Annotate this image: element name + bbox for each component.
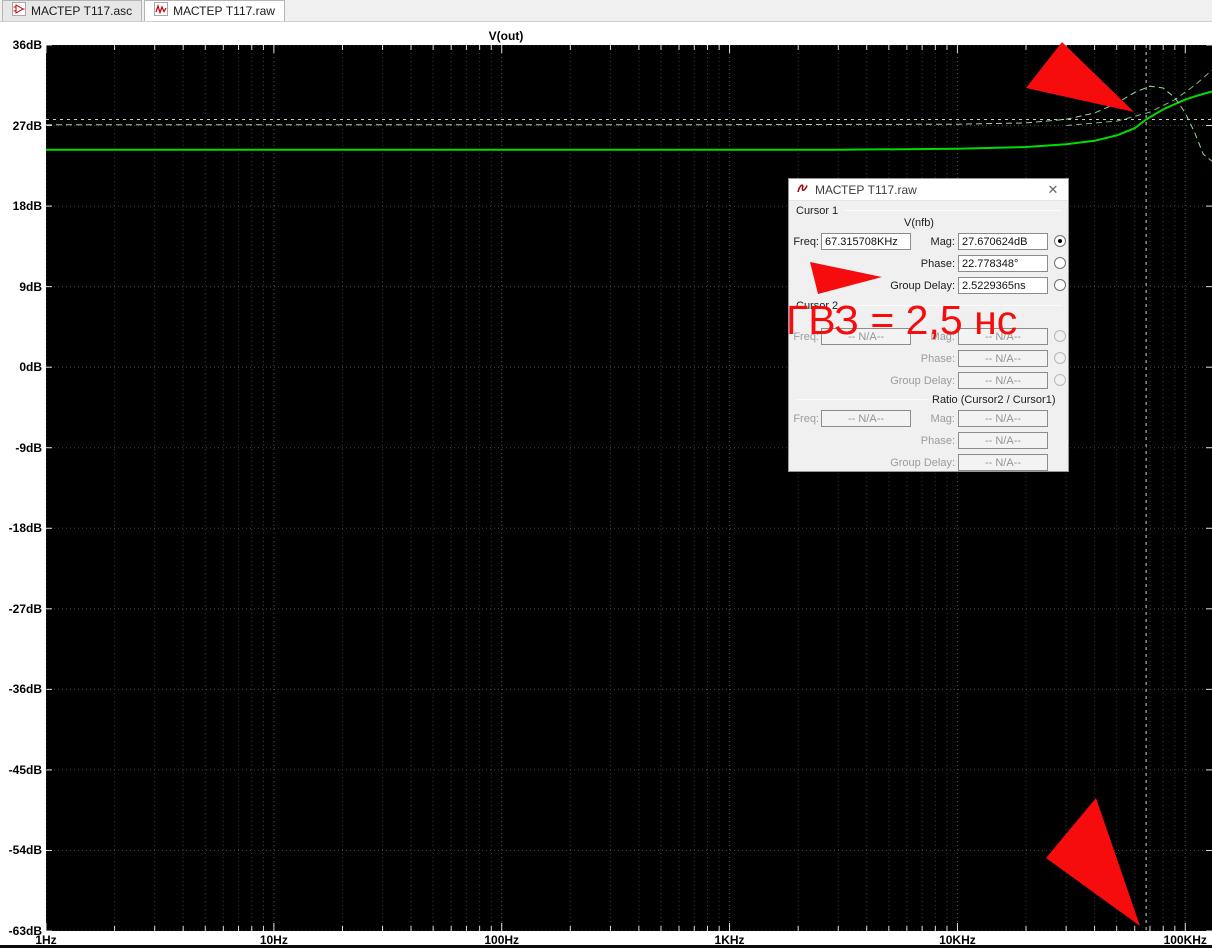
y-tick-label: 36dB xyxy=(12,38,42,52)
cursor1-mag-label: Mag: xyxy=(930,236,955,248)
separator xyxy=(845,305,1062,306)
x-tick-label: 100KHz xyxy=(1163,933,1207,947)
separator xyxy=(796,399,927,400)
y-tick-label: 18dB xyxy=(12,199,42,214)
y-tick-label: 9dB xyxy=(19,279,42,294)
x-tick-label: 1Hz xyxy=(35,933,57,947)
cursor1-trace-name: V(nfb) xyxy=(904,217,934,229)
cursor1-phase-label: Phase: xyxy=(920,258,955,270)
cursor1-groupdelay-field[interactable]: 2.5229365ns xyxy=(958,277,1048,294)
tab-waveform-label: МАСТЕР Т117.raw xyxy=(173,4,275,18)
schematic-icon xyxy=(12,1,26,21)
cursor2-phase-field: -- N/A-- xyxy=(958,350,1048,367)
ratio-freq-label: Freq: xyxy=(793,413,819,425)
cursor2-groupdelay-field: -- N/A-- xyxy=(958,372,1048,389)
y-tick-label: -36dB xyxy=(8,682,42,697)
cursor-dialog: МАСТЕР Т117.raw ✕ Cursor 1 V(nfb) Freq: … xyxy=(788,178,1069,472)
cursor1-phase-radio[interactable] xyxy=(1054,257,1066,269)
cursor-dialog-title: МАСТЕР Т117.raw xyxy=(815,182,917,197)
tab-bar: МАСТЕР Т117.asc МАСТЕР Т117.raw xyxy=(0,0,1212,22)
trace-V(out) xyxy=(46,90,1212,151)
cursor2-mag-field: -- N/A-- xyxy=(958,328,1048,345)
ratio-freq-field: -- N/A-- xyxy=(821,410,911,427)
cursor1-mag-field[interactable]: 27.670624dB xyxy=(958,233,1048,250)
close-icon[interactable]: ✕ xyxy=(1045,182,1061,198)
separator xyxy=(845,210,1062,211)
tab-schematic-label: МАСТЕР Т117.asc xyxy=(31,4,133,18)
cursor2-groupdelay-label: Group Delay: xyxy=(890,375,955,387)
cursor2-phase-label: Phase: xyxy=(920,353,955,365)
trace-pane-title: V(out) xyxy=(488,29,524,43)
x-tick-label: 10KHz xyxy=(939,933,976,947)
cursor1-freq-field[interactable]: 67.315708KHz xyxy=(821,233,911,250)
cursor1-groupdelay-label: Group Delay: xyxy=(890,280,955,292)
ratio-groupdelay-field: -- N/A-- xyxy=(958,454,1048,471)
waveform-icon xyxy=(154,1,169,21)
cursor1-mag-radio[interactable] xyxy=(1054,235,1066,247)
cursor2-section-label: Cursor 2 xyxy=(796,300,839,312)
y-tick-label: 0dB xyxy=(19,360,42,375)
ltspice-window: МАСТЕР Т117.asc МАСТЕР Т117.raw V(out) 3… xyxy=(0,0,1212,948)
cursor2-mag-label: Mag: xyxy=(930,331,955,343)
cursor1-phase-field[interactable]: 22.778348° xyxy=(958,255,1048,272)
ratio-section-label: Ratio (Cursor2 / Cursor1) xyxy=(932,394,1056,406)
cursor2-phase-radio[interactable] xyxy=(1054,352,1066,364)
cursor2-groupdelay-radio[interactable] xyxy=(1054,374,1066,386)
y-tick-label: 27dB xyxy=(12,118,42,133)
y-tick-label: -27dB xyxy=(8,601,42,616)
cursor1-freq-label: Freq: xyxy=(793,236,819,248)
cursor2-freq-label: Freq: xyxy=(793,331,819,343)
cursor2-freq-field: -- N/A-- xyxy=(821,328,911,345)
x-tick-label: 1KHz xyxy=(714,933,745,947)
y-tick-label: -18dB xyxy=(8,521,42,536)
x-tick-label: 10Hz xyxy=(259,933,288,947)
y-tick-label: -45dB xyxy=(8,762,42,777)
tab-schematic[interactable]: МАСТЕР Т117.asc xyxy=(2,0,143,21)
tab-waveform[interactable]: МАСТЕР Т117.raw xyxy=(144,0,285,21)
cursor-dialog-titlebar[interactable]: МАСТЕР Т117.raw ✕ xyxy=(789,179,1068,201)
y-tick-label: -9dB xyxy=(15,440,42,455)
ltspice-icon xyxy=(796,182,809,198)
ratio-phase-field: -- N/A-- xyxy=(958,432,1048,449)
ratio-mag-field: -- N/A-- xyxy=(958,410,1048,427)
ratio-mag-label: Mag: xyxy=(930,413,955,425)
ratio-groupdelay-label: Group Delay: xyxy=(890,457,955,469)
x-axis-labels: 1Hz 10Hz 100Hz 1KHz 10KHz 100KHz xyxy=(0,932,1212,948)
ratio-phase-label: Phase: xyxy=(920,435,955,447)
y-tick-label: -54dB xyxy=(8,843,42,858)
y-axis-labels: 36dB 27dB 18dB 9dB 0dB -9dB -18dB -27dB -36dB -45… xyxy=(0,0,44,948)
cursor1-groupdelay-radio[interactable] xyxy=(1054,279,1066,291)
cursor2-mag-radio[interactable] xyxy=(1054,330,1066,342)
x-tick-label: 100Hz xyxy=(484,933,520,947)
cursor1-section-label: Cursor 1 xyxy=(796,205,839,217)
